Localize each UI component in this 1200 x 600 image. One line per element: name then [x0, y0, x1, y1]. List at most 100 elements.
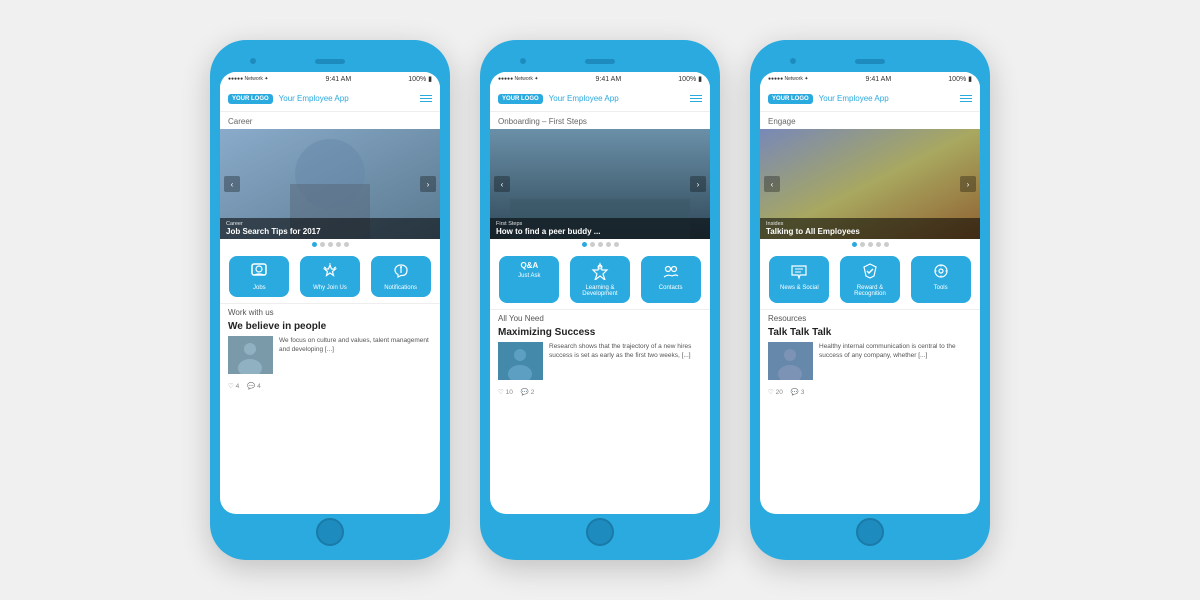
comment-count[interactable]: 💬 4 [247, 382, 261, 390]
action-btn-0[interactable]: Jobs [229, 256, 289, 297]
like-count[interactable]: ♡ 10 [498, 388, 513, 396]
phone-top-bar [220, 50, 440, 72]
phone-2: ●●●●● Network ✦ 9:41 AM 100% ▮ YOUR LOGO… [480, 40, 720, 560]
phone-home-button[interactable] [316, 518, 344, 546]
logo-badge: YOUR LOGO [228, 94, 273, 104]
carousel: ‹ › Insides Talking to All Employees [760, 129, 980, 239]
article-text: Healthy internal communication is centra… [819, 342, 972, 380]
carousel-caption: First Steps How to find a peer buddy ... [490, 218, 710, 239]
carousel-caption: Career Job Search Tips for 2017 [220, 218, 440, 239]
phone-bottom-bar [220, 514, 440, 550]
comment-count[interactable]: 💬 3 [791, 388, 805, 396]
phone-home-button[interactable] [586, 518, 614, 546]
carousel-dots [490, 239, 710, 250]
social-bar: ♡ 4 💬 4 [220, 380, 440, 394]
carousel-prev[interactable]: ‹ [224, 176, 240, 192]
phone-top-bar [760, 50, 980, 72]
menu-icon[interactable] [690, 95, 702, 103]
carousel-dot-1[interactable] [852, 242, 857, 247]
carousel-tag: Insides [766, 221, 974, 227]
action-btn-0[interactable]: News & Social [769, 256, 829, 303]
like-count[interactable]: ♡ 4 [228, 382, 239, 390]
action-btn-label: Just Ask [518, 273, 540, 279]
bell-icon [392, 262, 410, 282]
carousel-title: How to find a peer buddy ... [496, 227, 704, 236]
app-title: Your Employee App [819, 94, 960, 103]
carousel-dot-1[interactable] [582, 242, 587, 247]
phone-3: ●●●●● Network ✦ 9:41 AM 100% ▮ YOUR LOGO… [750, 40, 990, 560]
content-section: All You Need Maximizing Success Research … [490, 309, 710, 386]
carousel-dot-1[interactable] [312, 242, 317, 247]
carousel-title: Job Search Tips for 2017 [226, 227, 434, 236]
carousel-dot-3[interactable] [868, 242, 873, 247]
carousel-dot-3[interactable] [328, 242, 333, 247]
status-time: 9:41 AM [596, 76, 622, 83]
carousel-dot-4[interactable] [336, 242, 341, 247]
status-battery: 100% ▮ [408, 75, 432, 83]
phone-camera [790, 58, 796, 64]
phone-bottom-bar [760, 514, 980, 550]
action-btn-2[interactable]: Contacts [641, 256, 701, 303]
logo-badge: YOUR LOGO [498, 94, 543, 104]
article-text: We focus on culture and values, talent m… [279, 336, 432, 374]
section-heading: Onboarding – First Steps [490, 112, 710, 129]
action-btn-1[interactable]: Reward & Recognition [840, 256, 900, 303]
action-btn-0[interactable]: Q&A Just Ask [499, 256, 559, 303]
status-time: 9:41 AM [866, 76, 892, 83]
action-btn-2[interactable]: Tools [911, 256, 971, 303]
chat-icon [790, 262, 808, 282]
carousel-dot-2[interactable] [590, 242, 595, 247]
article-text: Research shows that the trajectory of a … [549, 342, 702, 380]
menu-icon[interactable] [420, 95, 432, 103]
phone-home-button[interactable] [856, 518, 884, 546]
article-title: We believe in people [228, 321, 432, 332]
status-bar: ●●●●● Network ✦ 9:41 AM 100% ▮ [760, 72, 980, 86]
carousel-title: Talking to All Employees [766, 227, 974, 236]
person-icon [250, 262, 268, 282]
carousel-dot-3[interactable] [598, 242, 603, 247]
app-title: Your Employee App [279, 94, 420, 103]
carousel-dot-5[interactable] [614, 242, 619, 247]
carousel-dot-4[interactable] [606, 242, 611, 247]
like-count[interactable]: ♡ 20 [768, 388, 783, 396]
trophy-icon [861, 262, 879, 282]
app-header: YOUR LOGO Your Employee App [220, 86, 440, 112]
carousel-dot-4[interactable] [876, 242, 881, 247]
social-bar: ♡ 20 💬 3 [760, 386, 980, 400]
qa-icon: Q&A [520, 262, 538, 270]
carousel-dot-5[interactable] [884, 242, 889, 247]
article-title: Talk Talk Talk [768, 327, 972, 338]
menu-icon[interactable] [960, 95, 972, 103]
carousel: ‹ › Career Job Search Tips for 2017 [220, 129, 440, 239]
action-btn-label: Contacts [659, 285, 683, 291]
star-icon [321, 262, 339, 282]
status-battery: 100% ▮ [678, 75, 702, 83]
carousel-next[interactable]: › [960, 176, 976, 192]
carousel-dot-2[interactable] [320, 242, 325, 247]
article-thumb [498, 342, 543, 380]
phone-bottom-bar [490, 514, 710, 550]
carousel-dots [220, 239, 440, 250]
section-heading: Career [220, 112, 440, 129]
carousel-caption: Insides Talking to All Employees [760, 218, 980, 239]
action-btn-1[interactable]: Learning & Development [570, 256, 630, 303]
carousel-prev[interactable]: ‹ [494, 176, 510, 192]
action-btn-label: Reward & Recognition [848, 285, 892, 297]
action-btn-1[interactable]: Why Join Us [300, 256, 360, 297]
content-heading: All You Need [498, 314, 702, 323]
phone-camera [250, 58, 256, 64]
carousel-next[interactable]: › [420, 176, 436, 192]
carousel-prev[interactable]: ‹ [764, 176, 780, 192]
carousel-next[interactable]: › [690, 176, 706, 192]
article-title: Maximizing Success [498, 327, 702, 338]
carousel-dot-5[interactable] [344, 242, 349, 247]
comment-count[interactable]: 💬 2 [521, 388, 535, 396]
content-section: ResourcesTalk Talk Talk Healthy internal… [760, 309, 980, 386]
phone-speaker [855, 59, 885, 64]
action-btn-label: News & Social [780, 285, 819, 291]
phone-screen-2: ●●●●● Network ✦ 9:41 AM 100% ▮ YOUR LOGO… [490, 72, 710, 514]
action-btn-2[interactable]: Notifications [371, 256, 431, 297]
carousel-dot-2[interactable] [860, 242, 865, 247]
article-row: We focus on culture and values, talent m… [228, 336, 432, 374]
action-btn-label: Jobs [253, 285, 266, 291]
